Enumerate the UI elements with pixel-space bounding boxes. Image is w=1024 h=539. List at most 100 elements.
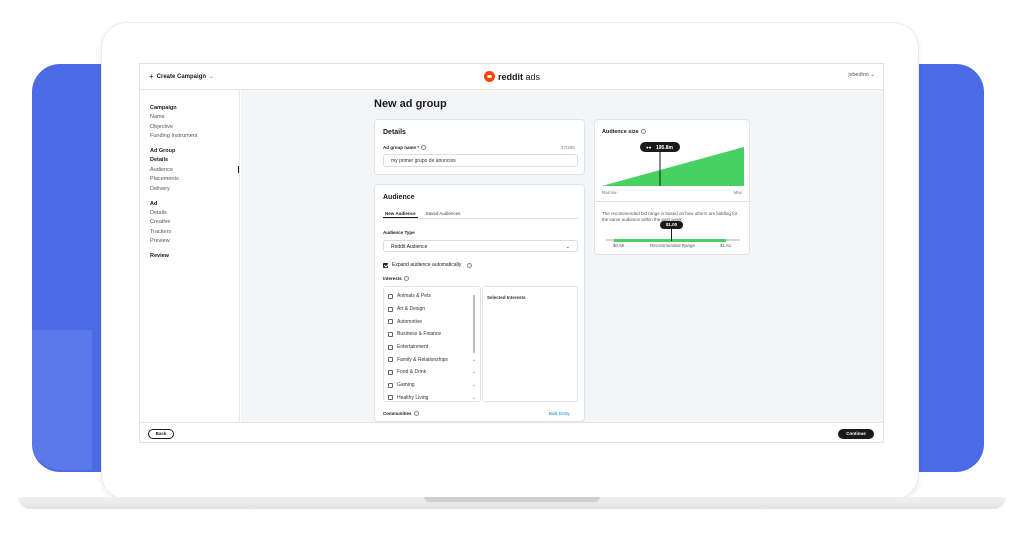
sidebar-item-funding-instrument[interactable]: Funding Instrument [150, 133, 229, 139]
max-label: Max [733, 190, 742, 195]
checkbox-icon[interactable] [388, 331, 393, 337]
audience-type-select[interactable]: Reddit Audience ⌄ [383, 240, 578, 252]
tab-new-audience[interactable]: New Audience [383, 210, 418, 218]
interest-item[interactable]: Art & Design⌄ [388, 303, 476, 316]
bid-low: $0.50 [613, 243, 625, 248]
checkbox-icon[interactable] [388, 344, 393, 350]
top-bar: + Create Campaign ⌄ reddit ads jvbedino … [140, 64, 883, 90]
expand-audience-checkbox[interactable] [383, 262, 388, 268]
checkbox-icon[interactable] [388, 382, 393, 388]
interest-item[interactable]: Food & Drink ⌄ [388, 366, 476, 379]
interest-item[interactable]: Gaming ⌄ [388, 379, 476, 392]
audience-tabs: New Audience Saved Audiences [383, 210, 578, 219]
app-screen: + Create Campaign ⌄ reddit ads jvbedino … [139, 63, 884, 443]
info-icon [640, 129, 646, 135]
sidebar-item-ad-details[interactable]: Details [150, 210, 229, 216]
sidebar-item-details[interactable]: Details [150, 157, 229, 163]
sidebar-item-audience[interactable]: Audience [150, 167, 229, 173]
footer: Back Continue [140, 422, 883, 442]
audience-size-area [602, 147, 744, 186]
interest-list-scrollbar[interactable] [473, 295, 475, 353]
interests-label: Interests [383, 276, 409, 282]
bid-marker: $1.00 [660, 221, 683, 229]
chevron-down-icon: ⌄ [209, 74, 215, 80]
reddit-ads-logo[interactable]: reddit ads [484, 71, 540, 82]
page-title: New ad group [374, 98, 447, 110]
info-icon [467, 262, 473, 268]
interest-list: Animals & Pets⌄ Art & Design⌄ Automotive… [383, 286, 481, 402]
sidebar-item-objective[interactable]: Objective [150, 124, 229, 130]
sidebar-head-campaign: Campaign [150, 105, 177, 111]
checkbox-icon[interactable] [388, 293, 393, 299]
audience-size-title: Audience size [602, 129, 646, 135]
background-curve [32, 330, 92, 470]
laptop-notch [424, 497, 600, 502]
communities-label: Communities [383, 411, 419, 417]
chevron-down-icon[interactable]: ⌄ [472, 369, 476, 375]
audience-type-value: Reddit Audience [391, 244, 428, 250]
narrow-label: Narrow [602, 190, 617, 195]
interest-item[interactable]: Healthy Living ⌄ [388, 392, 476, 402]
checkbox-icon[interactable] [388, 369, 393, 375]
chevron-down-icon: ⌄ [565, 244, 570, 250]
info-icon [413, 411, 419, 417]
audience-size-chart: ●● 195.8m [602, 142, 744, 186]
expand-audience-row[interactable]: Expand audience automatically [383, 262, 473, 268]
bid-marker-stem [671, 229, 672, 241]
checkbox-icon[interactable] [388, 306, 393, 312]
chevron-down-icon[interactable]: ⌄ [472, 382, 476, 388]
ad-group-name-input[interactable]: my primer grupo de anuncios [383, 154, 578, 167]
logo-text: reddit ads [498, 71, 541, 82]
audience-title: Audience [383, 194, 415, 201]
sidebar-head-ad: Ad [150, 200, 158, 207]
details-title: Details [383, 129, 406, 136]
tab-saved-audiences[interactable]: Saved Audiences [424, 210, 463, 218]
sidebar-item-name[interactable]: Name [150, 114, 229, 120]
plus-icon: + [149, 72, 154, 81]
selected-interests-box: Selected Interests [482, 286, 578, 402]
sidebar-item-creative[interactable]: Creative [150, 219, 229, 225]
bulk-entry-link[interactable]: Bulk Entry [549, 411, 570, 416]
sidebar-head-ad-group: Ad Group [150, 148, 176, 154]
audience-size-value: 195.8m [656, 145, 674, 151]
create-campaign-menu[interactable]: + Create Campaign ⌄ [149, 72, 214, 81]
audience-size-card: Audience size ●● 195.8m Narrow Max The r… [594, 119, 751, 255]
checkbox-icon[interactable] [388, 319, 393, 325]
info-icon [421, 145, 427, 151]
expand-audience-label: Expand audience automatically [392, 262, 462, 268]
back-button[interactable]: Back [148, 429, 174, 439]
continue-button[interactable]: Continue [838, 429, 874, 439]
sidebar: Campaign Name Objective Funding Instrume… [140, 90, 240, 422]
checkbox-icon[interactable] [388, 395, 393, 401]
sidebar-item-preview[interactable]: Preview [150, 238, 229, 244]
interest-item[interactable]: Business & Finance⌄ [388, 328, 476, 341]
audience-type-label: Audience Type [383, 230, 415, 235]
selected-interests-title: Selected Interests [487, 295, 526, 300]
sidebar-item-placements[interactable]: Placements [150, 176, 229, 182]
chevron-down-icon[interactable]: ⌄ [472, 395, 476, 401]
interest-item[interactable]: Automotive⌄ [388, 315, 476, 328]
interest-item[interactable]: Family & Relationships ⌄ [388, 353, 476, 366]
checkbox-icon[interactable] [388, 357, 393, 363]
divider [595, 201, 751, 202]
chevron-down-icon[interactable]: ⌄ [472, 357, 476, 363]
main-content: New ad group Details Ad group name * 27/… [241, 90, 883, 422]
reddit-logo-icon [484, 71, 495, 82]
sidebar-item-delivery[interactable]: Delivery [150, 186, 229, 192]
text-cursor [238, 166, 239, 173]
sidebar-item-trackers[interactable]: Trackers [150, 229, 229, 235]
user-menu[interactable]: jvbedino ⌄ [848, 72, 875, 78]
bid-recommended-range [614, 238, 726, 242]
people-icon: ●● [646, 145, 652, 150]
audience-card: Audience New Audience Saved Audiences Au… [374, 184, 585, 422]
details-card: Details Ad group name * 27/200 my primer… [374, 119, 585, 175]
sidebar-head-review[interactable]: Review [150, 253, 229, 259]
create-campaign-label: Create Campaign [156, 73, 207, 80]
info-icon [403, 276, 409, 282]
bid-high: $1.61 [720, 243, 732, 248]
interest-item[interactable]: Entertainment⌄ [388, 341, 476, 354]
interest-item[interactable]: Animals & Pets⌄ [388, 290, 476, 303]
ad-group-name-count: 27/200 [561, 145, 575, 150]
ad-group-name-label: Ad group name * [383, 145, 427, 151]
bid-range-label: Recommended Range [650, 243, 696, 248]
